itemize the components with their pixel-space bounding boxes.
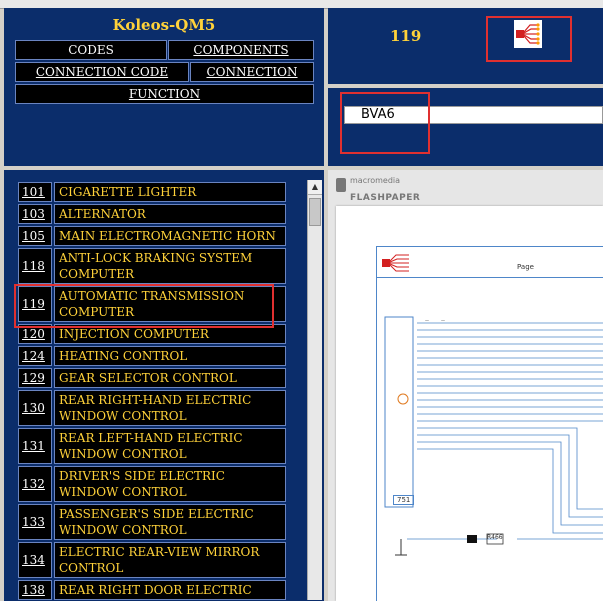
app-title: Koleos-QM5 [112,16,216,34]
component-code-link[interactable]: 101 [18,182,52,202]
document-page[interactable]: Page — — 751 R466 [336,206,603,601]
component-code-link[interactable]: 129 [18,368,52,388]
flashpaper-viewer: macromedia FLASHPAPER Page — — 751 R466 [328,170,603,601]
component-code-link[interactable]: 132 [18,466,52,502]
scroll-up-icon[interactable]: ▲ [308,180,322,195]
component-list: 101 CIGARETTE LIGHTER 103 ALTERNATOR 105 MAIN… [18,182,286,601]
component-code-link[interactable]: 118 [18,248,52,284]
codes-button[interactable]: CODES [15,40,167,60]
wiring-sheet: Page — — 751 R466 [376,246,603,601]
connection-code-link[interactable]: CONNECTION CODE [15,62,189,82]
list-item[interactable]: 129 GEAR SELECTOR CONTROL [18,368,286,388]
list-item[interactable]: 131 REAR LEFT-HAND ELECTRIC WINDOW CONTRO… [18,428,286,464]
brand-bottom-text: FLASHPAPER [350,193,421,203]
component-label: DRIVER'S SIDE ELECTRIC WINDOW CONTROL [54,466,286,502]
component-code-link[interactable]: 138 [18,580,52,600]
connection-link[interactable]: CONNECTION [190,62,314,82]
list-item[interactable]: 101 CIGARETTE LIGHTER [18,182,286,202]
component-code-link[interactable]: 134 [18,542,52,578]
list-item[interactable]: 118 ANTI-LOCK BRAKING SYSTEM COMPUTER [18,248,286,284]
component-list-panel: 101 CIGARETTE LIGHTER 103 ALTERNATOR 105 MAIN… [4,170,324,601]
selected-row-highlight-box [14,284,274,328]
component-code-link[interactable]: 103 [18,204,52,224]
list-item[interactable]: 130 REAR RIGHT-HAND ELECTRIC WINDOW CONTR… [18,390,286,426]
components-link[interactable]: COMPONENTS [168,40,314,60]
component-label: MAIN ELECTROMAGNETIC HORN [54,226,286,246]
brand-top-text: macromedia [350,176,401,185]
list-item[interactable]: 132 DRIVER'S SIDE ELECTRIC WINDOW CONTROL [18,466,286,502]
list-scrollbar[interactable]: ▲ [307,180,322,600]
list-item[interactable]: 134 ELECTRIC REAR-VIEW MIRROR CONTROL [18,542,286,578]
sheet-header-line [377,277,603,278]
function-link[interactable]: FUNCTION [15,84,314,104]
list-item[interactable]: 105 MAIN ELECTROMAGNETIC HORN [18,226,286,246]
menu-panel: Koleos-QM5 CODES COMPONENTS CONNECTION C… [4,8,324,166]
flashpaper-logo: macromedia FLASHPAPER [336,176,420,204]
component-label: REAR RIGHT-HAND ELECTRIC WINDOW CONTROL [54,390,286,426]
component-code-link[interactable]: 124 [18,346,52,366]
component-label: ANTI-LOCK BRAKING SYSTEM COMPUTER [54,248,286,284]
list-item[interactable]: 124 HEATING CONTROL [18,346,286,366]
page-label: Page [517,263,534,271]
diagram-highlight-box [486,16,572,62]
variant-panel: BVA6 [328,88,603,166]
connector-label: R466 [487,534,503,541]
list-item[interactable]: 133 PASSENGER'S SIDE ELECTRIC WINDOW CONT… [18,504,286,540]
scroll-thumb[interactable] [309,198,321,226]
component-label: REAR RIGHT DOOR ELECTRIC [54,580,286,600]
selected-code-panel: 119 [328,8,603,84]
component-code-link[interactable]: 130 [18,390,52,426]
svg-text:—: — [425,318,429,323]
svg-text:—: — [441,318,445,323]
component-label: ALTERNATOR [54,204,286,224]
component-label: PASSENGER'S SIDE ELECTRIC WINDOW CONTROL [54,504,286,540]
variant-highlight-box [340,92,430,154]
component-label: REAR LEFT-HAND ELECTRIC WINDOW CONTROL [54,428,286,464]
selected-code-number: 119 [390,27,422,45]
list-item[interactable]: 138 REAR RIGHT DOOR ELECTRIC [18,580,286,600]
component-code-link[interactable]: 131 [18,428,52,464]
component-label: ELECTRIC REAR-VIEW MIRROR CONTROL [54,542,286,578]
list-item[interactable]: 103 ALTERNATOR [18,204,286,224]
sheet-diagram-icon [381,253,415,273]
component-label: CIGARETTE LIGHTER [54,182,286,202]
component-code-link[interactable]: 105 [18,226,52,246]
component-label: HEATING CONTROL [54,346,286,366]
component-code-link[interactable]: 133 [18,504,52,540]
component-label: GEAR SELECTOR CONTROL [54,368,286,388]
wiring-schematic: — — [384,316,603,556]
component-code-label: 751 [393,495,415,505]
flashpaper-mark-icon [336,178,346,192]
